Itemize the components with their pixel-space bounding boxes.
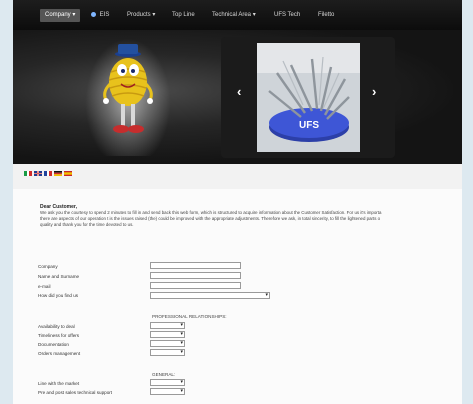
- chevron-down-icon: ▾: [72, 12, 76, 18]
- general-heading: GENERAL:: [152, 372, 176, 377]
- chevron-down-icon: ▾: [180, 379, 183, 385]
- nav-company[interactable]: Company ▾: [40, 9, 81, 22]
- intro-paragraph: We ask you the courtesy to spend 2 minut…: [40, 210, 460, 228]
- nav-products-label: Products: [127, 12, 151, 18]
- survey-form: Dear Customer, We ask you the courtesy t…: [13, 189, 462, 404]
- chevron-down-icon: ▾: [180, 388, 183, 394]
- carousel-product-image: UFS: [257, 43, 360, 152]
- email-input[interactable]: [150, 282, 241, 289]
- market-label: Line with the market: [38, 381, 80, 386]
- germany-flag-icon[interactable]: [54, 171, 62, 176]
- nav-top-line-label: Top Line: [172, 12, 195, 18]
- top-navbar: Company ▾ EIS Products ▾ Top Line Techni…: [13, 0, 462, 30]
- chevron-down-icon: ▾: [152, 12, 156, 18]
- timeliness-select[interactable]: ▾: [150, 331, 185, 338]
- intro-line: quality and thank you for the time devot…: [40, 222, 134, 227]
- chevron-right-icon: ›: [372, 84, 377, 99]
- nav-eis[interactable]: EIS: [91, 10, 109, 21]
- svg-text:UFS: UFS: [299, 120, 319, 131]
- email-label: e-mail: [38, 284, 51, 289]
- chevron-down-icon: ▾: [180, 331, 183, 337]
- nav-products[interactable]: Products ▾: [127, 10, 155, 21]
- orders-label: Orders management: [38, 351, 81, 356]
- eis-logo-icon: [91, 11, 96, 17]
- chevron-down-icon: ▾: [265, 292, 268, 298]
- nav-ufs-tech-label: UFS Tech: [274, 12, 301, 18]
- italy-flag-icon[interactable]: [24, 171, 32, 176]
- france-flag-icon[interactable]: [44, 171, 52, 176]
- documentation-select[interactable]: ▾: [150, 340, 185, 347]
- support-select[interactable]: ▾: [150, 388, 185, 395]
- how-found-select[interactable]: ▾: [150, 292, 270, 299]
- chevron-down-icon: ▾: [180, 322, 183, 328]
- market-select[interactable]: ▾: [150, 379, 185, 386]
- uk-flag-icon[interactable]: [34, 171, 42, 176]
- name-surname-input[interactable]: [150, 272, 241, 279]
- nav-technical-area[interactable]: Technical Area ▾: [212, 10, 256, 21]
- timeliness-label: Timeliness for offers: [38, 333, 80, 338]
- nav-ufs-tech[interactable]: UFS Tech: [274, 10, 300, 21]
- carousel-next-button[interactable]: ›: [372, 85, 376, 99]
- nav-technical-area-label: Technical Area: [212, 12, 252, 18]
- availability-label: Availability to deal: [38, 324, 75, 329]
- documentation-label: Documentation: [38, 342, 69, 347]
- nav-company-label: Company: [45, 12, 71, 18]
- image-carousel: UFS ‹ ›: [221, 37, 395, 158]
- nav-filetto[interactable]: Filetto: [318, 10, 334, 21]
- company-label: Company: [38, 264, 58, 269]
- hero-banner: UFS ‹ ›: [13, 30, 462, 164]
- chevron-down-icon: ▾: [180, 340, 183, 346]
- professional-heading: PROFESSIONAL RELATIONSHIPS:: [152, 314, 227, 319]
- how-found-label: How did you find us: [38, 293, 79, 298]
- carousel-prev-button[interactable]: ‹: [237, 85, 241, 99]
- name-surname-label: Name and Surname: [38, 274, 80, 279]
- orders-select[interactable]: ▾: [150, 349, 185, 356]
- chevron-left-icon: ‹: [237, 84, 242, 99]
- availability-select[interactable]: ▾: [150, 322, 185, 329]
- nav-top-line[interactable]: Top Line: [172, 10, 195, 21]
- company-input[interactable]: [150, 262, 241, 269]
- support-label: Pre and post sales technical support: [38, 390, 113, 395]
- nav-filetto-label: Filetto: [318, 12, 335, 18]
- page-frame: Company ▾ EIS Products ▾ Top Line Techni…: [13, 0, 462, 404]
- chevron-down-icon: ▾: [180, 349, 183, 355]
- chevron-down-icon: ▾: [252, 12, 256, 18]
- spain-flag-icon[interactable]: [64, 171, 72, 176]
- mascot-image: [103, 44, 153, 133]
- nav-eis-label: EIS: [99, 12, 110, 18]
